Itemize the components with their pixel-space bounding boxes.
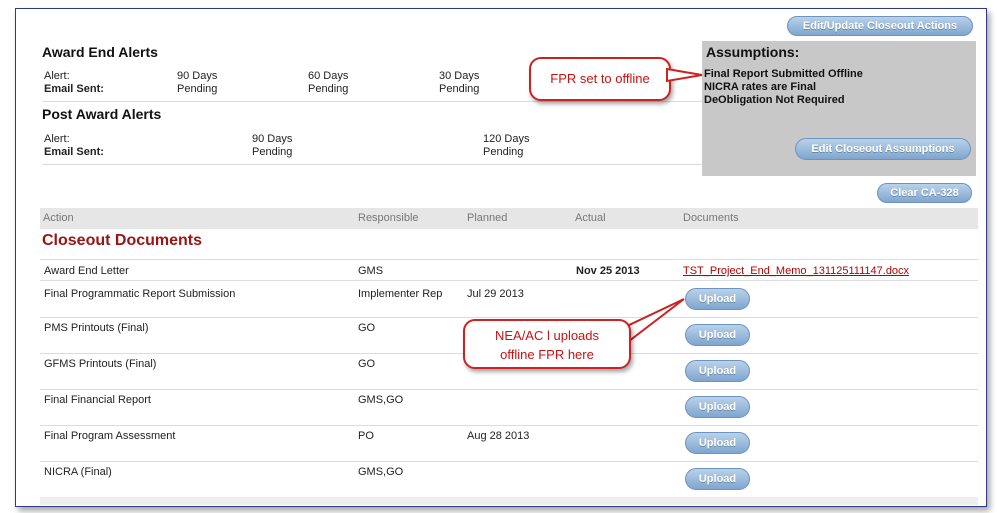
callout-text: offline FPR here: [500, 347, 594, 362]
callout-text: NEA/AC l uploads: [494, 328, 600, 343]
callout-pointer: [604, 67, 703, 353]
nea-upload-callout: NEA/AC l uploads offline FPR here: [463, 319, 631, 369]
closeout-panel: Edit/Update Closeout Actions Award End A…: [15, 8, 987, 507]
